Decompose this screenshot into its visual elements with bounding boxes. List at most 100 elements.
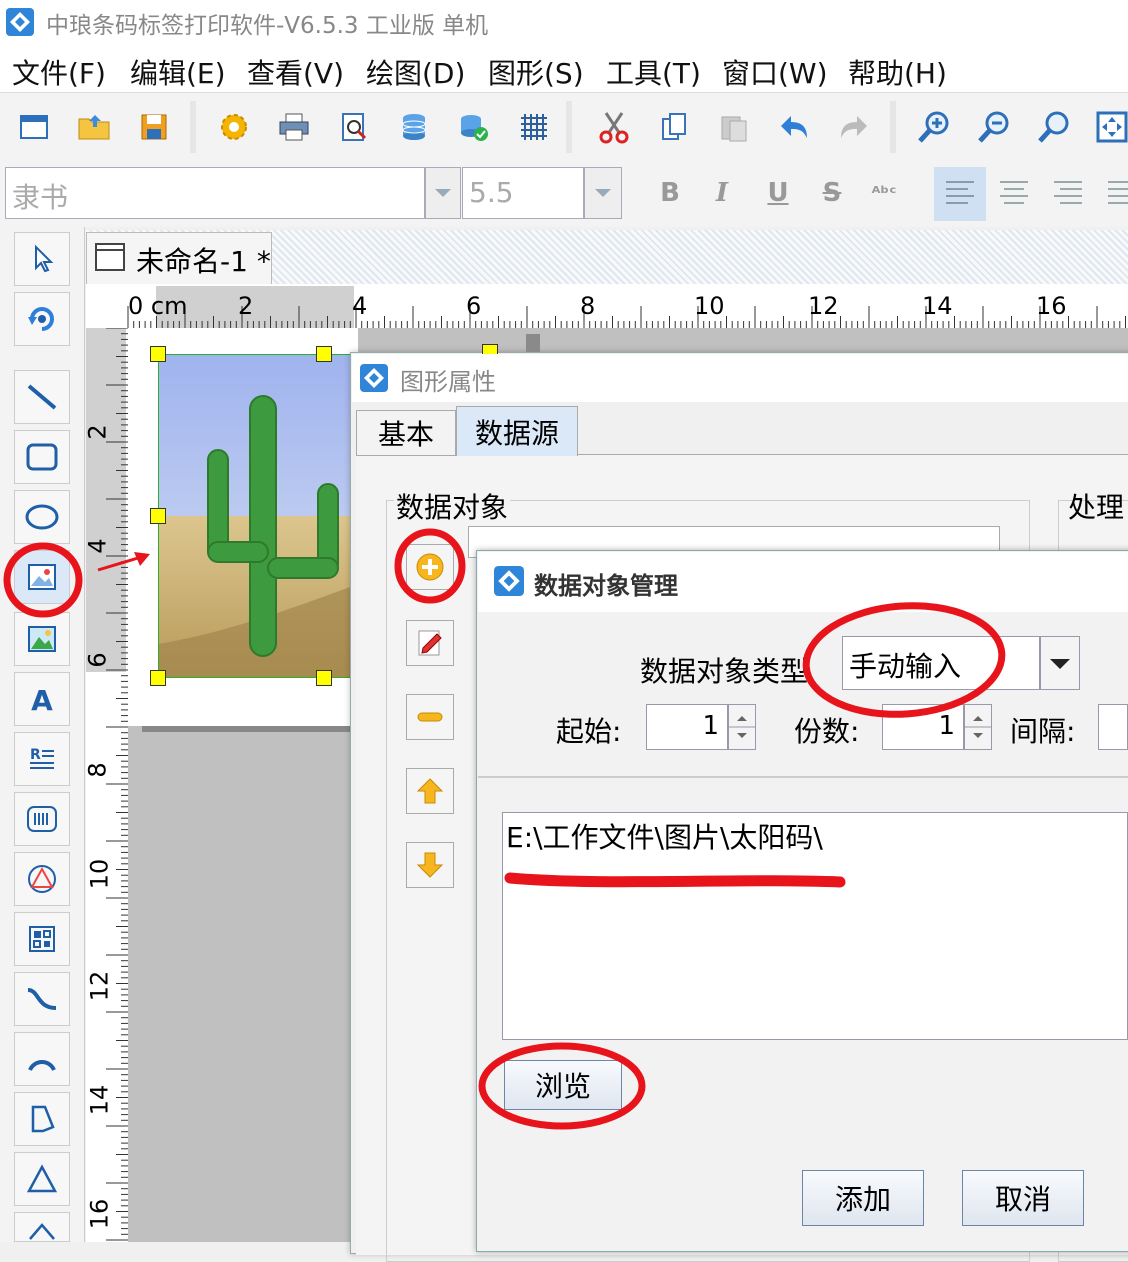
ruler-top-label: 6: [466, 292, 482, 320]
selection-handle[interactable]: [150, 346, 166, 362]
ruler-top-label: 16: [1036, 292, 1067, 320]
copies-spinbox[interactable]: 1: [882, 704, 992, 750]
polygon-tool-icon[interactable]: [14, 1092, 70, 1146]
rich-text-tool-icon[interactable]: R: [14, 732, 70, 786]
rotate-tool-icon[interactable]: [14, 292, 70, 346]
save-icon[interactable]: [134, 107, 174, 147]
shape-tool-icon[interactable]: [14, 852, 70, 906]
add-data-object-button[interactable]: [406, 544, 454, 590]
rectangle-tool-icon[interactable]: [14, 430, 70, 484]
align-left-button[interactable]: [934, 167, 986, 221]
window-title: 中琅条码标签打印软件-V6.5.3 工业版 单机: [46, 13, 489, 39]
copy-icon[interactable]: [654, 107, 694, 147]
qrcode-tool-icon[interactable]: [14, 912, 70, 966]
selection-handle[interactable]: [316, 670, 332, 686]
start-spinbox[interactable]: 1: [646, 704, 756, 750]
text-tool-icon[interactable]: A: [14, 672, 70, 726]
move-down-button[interactable]: [406, 842, 454, 888]
tab-datasource[interactable]: 数据源: [456, 406, 578, 456]
underline-button[interactable]: U: [756, 171, 800, 215]
selection-handle[interactable]: [316, 346, 332, 362]
print-preview-icon[interactable]: [334, 107, 374, 147]
align-right-button[interactable]: [1042, 167, 1094, 221]
cut-icon[interactable]: [594, 107, 634, 147]
dialog-app-icon: [494, 566, 524, 596]
interval-input[interactable]: [1098, 704, 1128, 750]
cactus-picture[interactable]: [158, 354, 358, 678]
svg-text:R: R: [30, 747, 41, 763]
menu-tools[interactable]: 工具(T): [606, 52, 701, 92]
menu-file[interactable]: 文件(F): [12, 52, 106, 92]
font-size-dropdown-button[interactable]: [584, 167, 622, 219]
barcode-tool-icon[interactable]: [14, 792, 70, 846]
edit-data-object-button[interactable]: [406, 620, 454, 666]
picture-tool-icon[interactable]: [14, 612, 70, 666]
curve-tool-icon[interactable]: [14, 972, 70, 1026]
line-tool-icon[interactable]: [14, 370, 70, 424]
font-size-select[interactable]: 5.5: [462, 167, 584, 219]
triangle-tool-icon[interactable]: [14, 1152, 70, 1206]
menu-edit[interactable]: 编辑(E): [130, 52, 226, 92]
start-spin-arrows[interactable]: [728, 704, 756, 750]
ellipse-tool-icon[interactable]: [14, 490, 70, 544]
font-dropdown-button[interactable]: [425, 167, 461, 219]
ruler-left-label: 14: [85, 1084, 114, 1116]
menu-shape[interactable]: 图形(S): [488, 52, 584, 92]
font-name-select[interactable]: 隶书: [5, 167, 425, 219]
select-pointer-icon[interactable]: [14, 232, 70, 286]
align-justify-button[interactable]: [1096, 167, 1128, 221]
arc-tool-icon[interactable]: [14, 1032, 70, 1086]
redo-icon[interactable]: [834, 107, 874, 147]
app-logo-icon: [6, 8, 34, 36]
zoom-in-icon[interactable]: [914, 107, 954, 147]
ruler-top-label: 12: [808, 292, 839, 320]
copies-value[interactable]: 1: [882, 704, 964, 750]
data-object-type-select[interactable]: 手动输入: [842, 636, 1040, 690]
new-icon[interactable]: [14, 107, 54, 147]
paste-icon[interactable]: [714, 107, 754, 147]
zoom-icon[interactable]: [1034, 107, 1074, 147]
tab-basic[interactable]: 基本: [356, 410, 456, 456]
cancel-button[interactable]: 取消: [962, 1170, 1084, 1226]
grid-icon[interactable]: [514, 107, 554, 147]
selection-handle[interactable]: [150, 508, 166, 524]
ruler-left-label: 10: [85, 858, 114, 890]
menu-view[interactable]: 查看(V): [247, 52, 344, 92]
menu-bar: 文件(F) 编辑(E) 查看(V) 绘图(D) 图形(S) 工具(T) 窗口(W…: [0, 44, 1128, 92]
strikethrough-button[interactable]: S: [810, 171, 854, 215]
database-connect-icon[interactable]: [454, 107, 494, 147]
data-object-type-dropdown-button[interactable]: [1040, 636, 1080, 690]
image-folder-path: E:\工作文件\图片\太阳码\: [506, 821, 823, 854]
add-button[interactable]: 添加: [802, 1170, 924, 1226]
settings-gear-icon[interactable]: [214, 107, 254, 147]
label-paper-shadow: [142, 726, 358, 732]
remove-data-object-button[interactable]: [406, 694, 454, 740]
bold-button[interactable]: B: [648, 171, 692, 215]
copies-spin-arrows[interactable]: [964, 704, 992, 750]
ruler-left-label: 12: [85, 970, 114, 1002]
move-up-button[interactable]: [406, 768, 454, 814]
selection-handle[interactable]: [150, 670, 166, 686]
italic-button[interactable]: I: [700, 171, 744, 215]
format-toolbar: 隶书 5.5 B I U S ᴬᵇᶜ: [0, 161, 1128, 227]
data-object-type-label: 数据对象类型: [640, 655, 809, 688]
dialog-app-icon: [360, 364, 388, 392]
interval-label: 间隔:: [1010, 715, 1076, 748]
menu-help[interactable]: 帮助(H): [848, 52, 947, 92]
fit-window-icon[interactable]: [1092, 107, 1128, 147]
database-icon[interactable]: [394, 107, 434, 147]
graphic-properties-title: 图形属性: [400, 368, 496, 396]
copies-label: 份数:: [794, 715, 860, 748]
browse-button[interactable]: 浏览: [504, 1060, 622, 1110]
align-center-button[interactable]: [988, 167, 1040, 221]
menu-draw[interactable]: 绘图(D): [366, 52, 465, 92]
print-icon[interactable]: [274, 107, 314, 147]
more-shape-tool-icon[interactable]: [14, 1212, 70, 1242]
text-effect-button[interactable]: ᴬᵇᶜ: [862, 171, 906, 215]
image-tool-icon[interactable]: [14, 550, 70, 604]
undo-icon[interactable]: [774, 107, 814, 147]
zoom-out-icon[interactable]: [974, 107, 1014, 147]
open-folder-icon[interactable]: [74, 107, 114, 147]
menu-window[interactable]: 窗口(W): [722, 52, 828, 92]
start-value[interactable]: 1: [646, 704, 728, 750]
